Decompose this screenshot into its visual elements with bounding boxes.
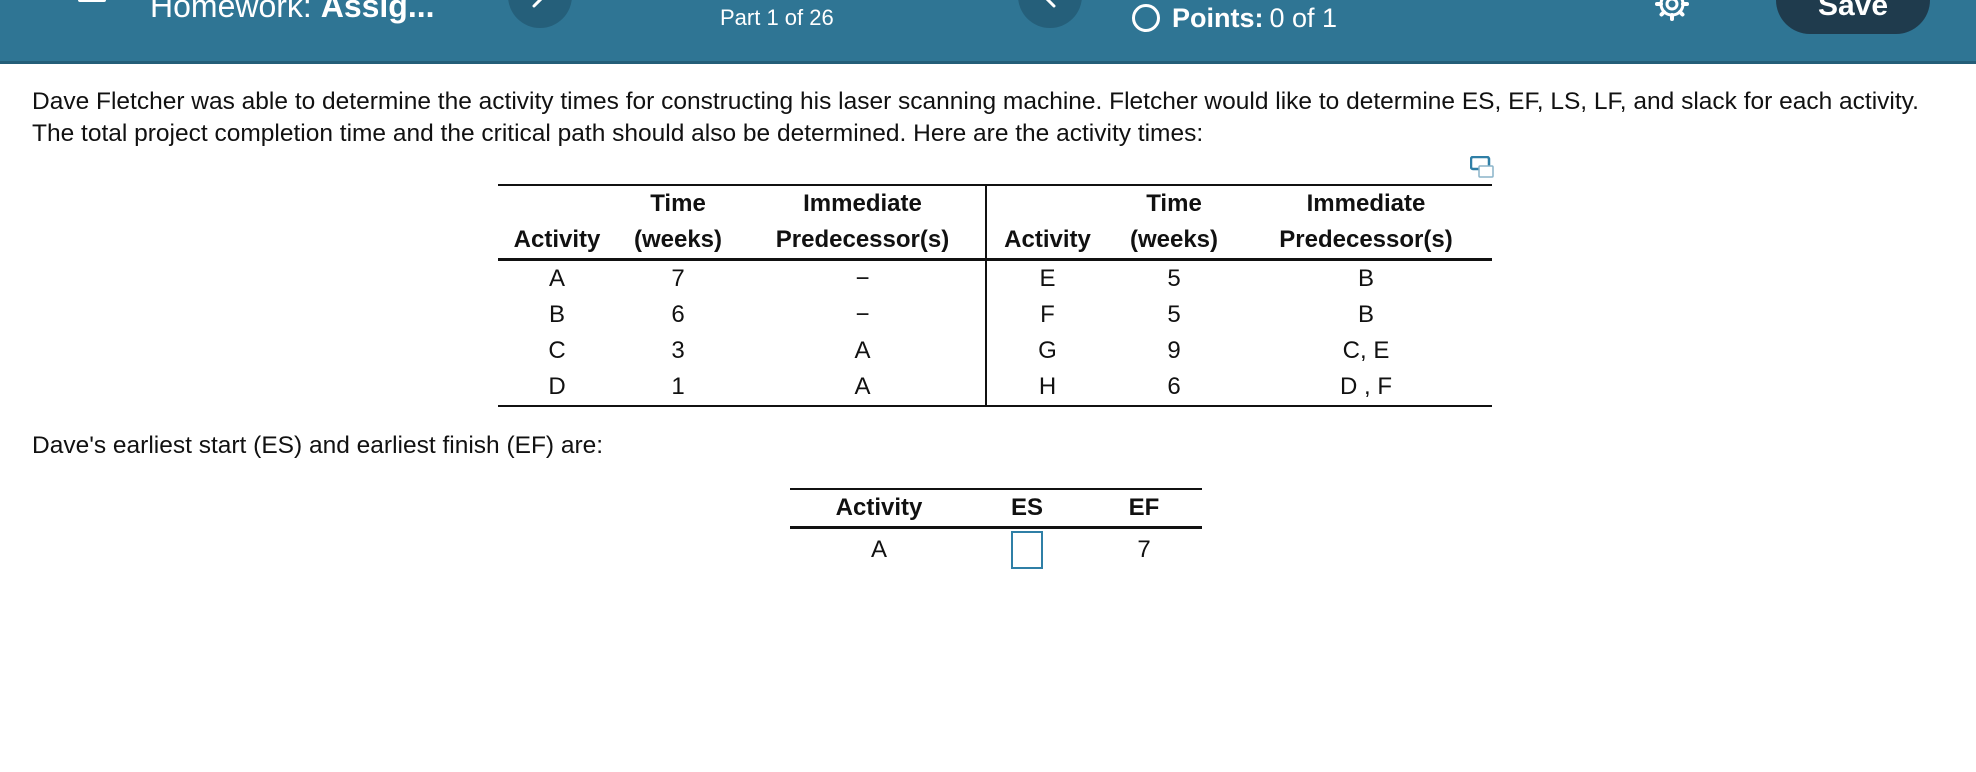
header-es: ES — [968, 488, 1086, 529]
header-time-top: Time — [616, 184, 740, 222]
header-time-top: Time — [1108, 184, 1240, 222]
time-cell: 6 — [671, 301, 685, 328]
activity-cell: C — [548, 337, 566, 364]
es-ef-prompt: Dave's earliest start (ES) and earliest … — [32, 432, 604, 459]
points-display: Points: 0 of 1 — [1132, 2, 1337, 34]
previous-part-button[interactable] — [508, 0, 572, 28]
header-pred-bottom: Predecessor(s) — [740, 222, 987, 261]
menu-icon[interactable] — [78, 0, 106, 4]
header-cell — [986, 184, 1108, 222]
predecessor-cell: − — [740, 259, 987, 297]
activity-cell: E — [1039, 265, 1056, 292]
es-ef-table: Activity ES EF A 7 — [790, 488, 1202, 571]
activity-cell: A — [548, 265, 565, 292]
predecessor-cell: B — [1357, 265, 1374, 292]
header-activity: Activity — [498, 222, 616, 261]
header-pred-top: Immediate — [1240, 184, 1492, 222]
chevron-right-icon — [1045, 0, 1056, 8]
header-time-bottom: (weeks) — [616, 222, 740, 261]
header-pred-top: Immediate — [740, 184, 987, 222]
header-activity: Activity — [790, 488, 968, 529]
activity-cell: F — [1040, 301, 1055, 328]
activity-cell: D — [498, 369, 616, 407]
header-time-bottom: (weeks) — [1108, 222, 1240, 261]
next-part-button[interactable] — [1018, 0, 1082, 28]
radio-circle-icon — [1132, 4, 1160, 32]
points-value: 0 of 1 — [1269, 2, 1338, 33]
part-indicator: Part 1 of 26 — [720, 5, 834, 30]
es-answer-input[interactable] — [1011, 530, 1043, 569]
save-button[interactable]: Save — [1776, 0, 1930, 34]
expand-icon[interactable] — [1470, 156, 1494, 178]
table-row: B 6 − F 5 B — [498, 297, 1492, 333]
predecessor-cell: C, E — [1342, 337, 1390, 364]
table-row: D 1 A H 6 D , F — [498, 369, 1492, 407]
table-row: A 7 − E 5 B — [498, 259, 1492, 297]
activity-cell: H — [986, 369, 1108, 407]
header-ef: EF — [1086, 488, 1202, 529]
time-cell: 6 — [1108, 369, 1240, 407]
settings-gear-icon[interactable] — [1654, 0, 1690, 22]
chevron-left-icon — [532, 0, 543, 8]
time-cell: 7 — [671, 265, 685, 292]
time-cell: 3 — [671, 337, 685, 364]
assignment-name: Assig... — [320, 0, 435, 24]
time-cell: 1 — [616, 369, 740, 407]
ef-cell: 7 — [1137, 535, 1151, 563]
predecessor-cell: D , F — [1240, 369, 1492, 407]
homework-title: Homework: Assig... — [150, 0, 435, 22]
time-cell: 9 — [1167, 337, 1181, 364]
time-cell: 5 — [1167, 265, 1181, 292]
es-cell — [968, 527, 1086, 571]
table-row: A 7 — [790, 527, 1202, 571]
predecessor-cell: − — [740, 297, 987, 333]
activity-cell: A — [870, 535, 887, 563]
homework-title-prefix: Homework: — [150, 0, 312, 24]
predecessor-cell: B — [1357, 301, 1374, 328]
activity-cell: B — [548, 301, 565, 328]
header-cell — [498, 184, 616, 222]
table-row: C 3 A G 9 C, E — [498, 333, 1492, 369]
time-cell: 5 — [1167, 301, 1181, 328]
header-activity: Activity — [986, 222, 1108, 261]
activity-times-table: Time Immediate Time Immediate Activity (… — [498, 184, 1492, 407]
predecessor-cell: A — [740, 333, 987, 369]
header-bar: Homework: Assig... Part 1 of 26 Points: … — [0, 0, 1976, 64]
points-label: Points: — [1172, 2, 1264, 33]
header-pred-bottom: Predecessor(s) — [1240, 222, 1492, 261]
predecessor-cell: A — [740, 369, 987, 407]
question-text: Dave Fletcher was able to determine the … — [32, 88, 1919, 147]
activity-cell: G — [1038, 337, 1057, 364]
